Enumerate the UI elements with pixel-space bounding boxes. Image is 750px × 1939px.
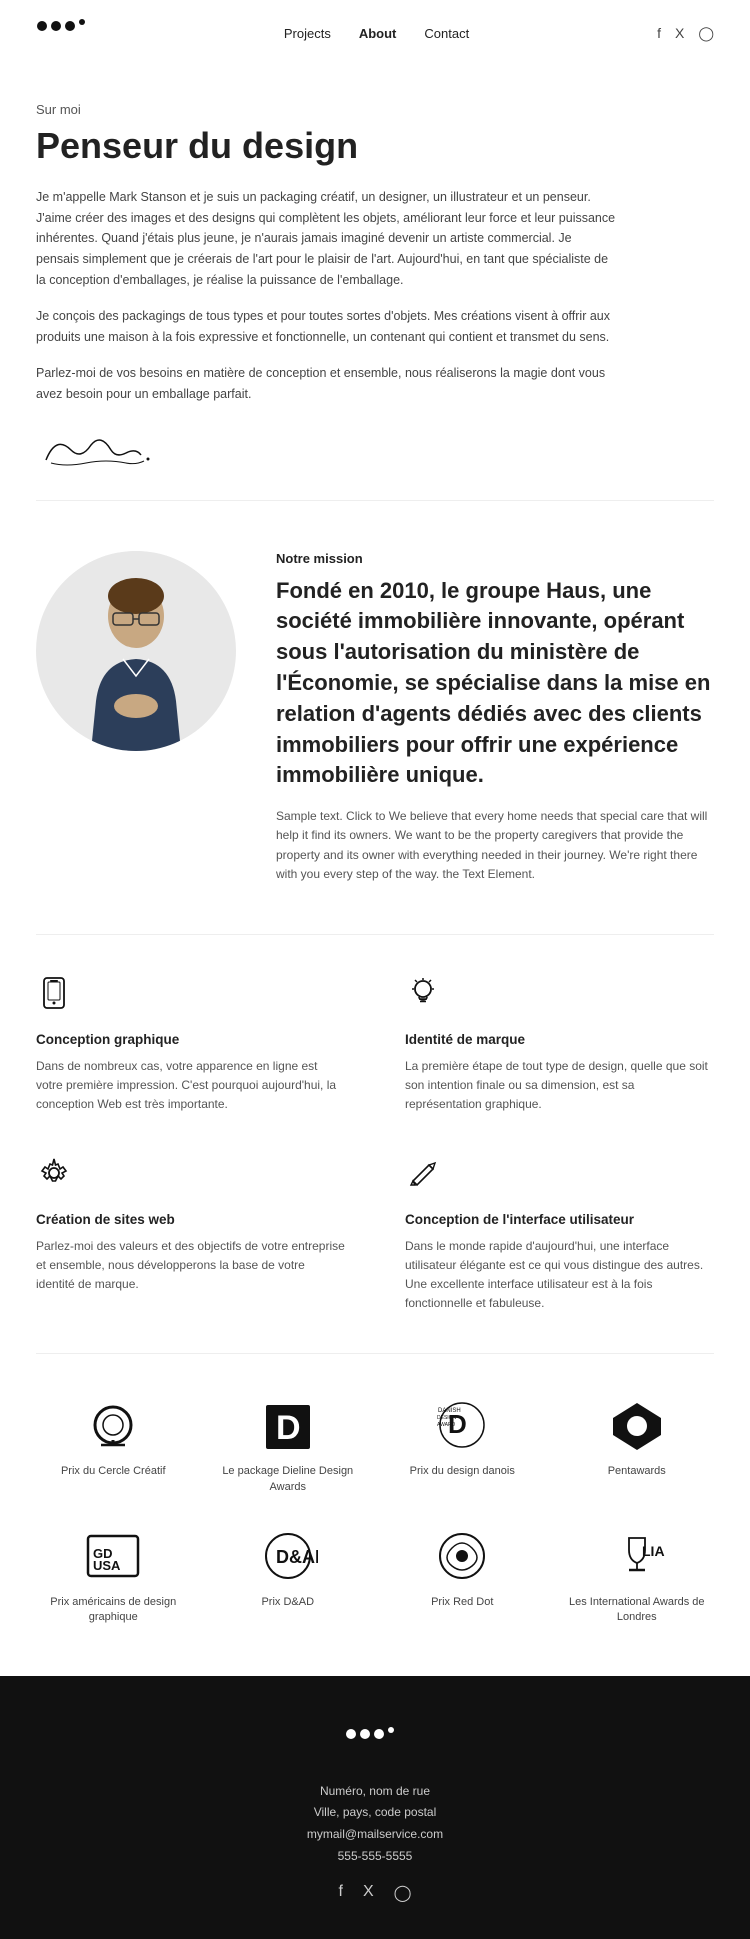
nav-about[interactable]: About <box>359 26 397 41</box>
navbar: Projects About Contact f X ◯ <box>0 0 750 66</box>
award-lia-label: Les International Awards de Londres <box>560 1595 715 1626</box>
service-brand-identity: Identité de marque La première étape de … <box>405 975 714 1115</box>
nav-projects[interactable]: Projects <box>284 26 331 41</box>
hero-paragraph-2: Je conçois des packagings de tous types … <box>36 306 616 347</box>
hero-paragraph-3: Parlez-moi de vos besoins en matière de … <box>36 363 616 404</box>
award-gdusa: GD USA Prix américains de design graphiq… <box>36 1525 191 1626</box>
footer-twitter-x-icon[interactable]: X <box>363 1883 374 1903</box>
award-cercle-creatif-label: Prix du Cercle Créatif <box>61 1464 166 1479</box>
instagram-icon[interactable]: ◯ <box>698 25 714 42</box>
service-web-creation-title: Création de sites web <box>36 1212 345 1227</box>
awards-section: Prix du Cercle Créatif D Le package Diel… <box>0 1354 750 1676</box>
svg-text:DANISH: DANISH <box>438 1408 461 1414</box>
svg-text:AWARD: AWARD <box>437 1422 456 1428</box>
hero-label: Sur moi <box>36 102 714 117</box>
svg-text:LIA: LIA <box>642 1543 665 1559</box>
award-pentawards-label: Pentawards <box>608 1464 666 1479</box>
twitter-x-icon[interactable]: X <box>675 25 684 41</box>
mission-text: Sample text. Click to We believe that ev… <box>276 807 714 884</box>
award-red-dot-label: Prix Red Dot <box>431 1595 493 1610</box>
nav-contact[interactable]: Contact <box>424 26 469 41</box>
gear-icon <box>36 1155 345 1198</box>
award-lia-logo: LIA <box>607 1525 667 1585</box>
hero-title: Penseur du design <box>36 125 714 167</box>
service-brand-identity-text: La première étape de tout type de design… <box>405 1057 714 1115</box>
service-ui-design-text: Dans le monde rapide d'aujourd'hui, une … <box>405 1237 714 1314</box>
award-red-dot: Prix Red Dot <box>385 1525 540 1626</box>
service-web-creation-text: Parlez-moi des valeurs et des objectifs … <box>36 1237 345 1295</box>
award-dieline-label: Le package Dieline Design Awards <box>211 1464 366 1495</box>
footer-address-line2: Ville, pays, code postal <box>307 1802 443 1824</box>
awards-row-1: Prix du Cercle Créatif D Le package Diel… <box>36 1394 714 1495</box>
award-lia: LIA Les International Awards de Londres <box>560 1525 715 1626</box>
award-red-dot-logo <box>432 1525 492 1585</box>
svg-text:D: D <box>276 1409 301 1447</box>
service-web-creation: Création de sites web Parlez-moi des val… <box>36 1155 345 1314</box>
mission-content: Notre mission Fondé en 2010, le groupe H… <box>276 551 714 884</box>
service-graphic-design: Conception graphique Dans de nombreux ca… <box>36 975 345 1115</box>
footer-facebook-icon[interactable]: f <box>338 1883 342 1903</box>
service-brand-identity-title: Identité de marque <box>405 1032 714 1047</box>
award-dad: D&AD Prix D&AD <box>211 1525 366 1626</box>
services-grid: Conception graphique Dans de nombreux ca… <box>36 975 714 1313</box>
award-dad-logo: D&AD <box>258 1525 318 1585</box>
mission-label: Notre mission <box>276 551 714 566</box>
svg-text:USA: USA <box>93 1558 121 1573</box>
bulb-icon <box>405 975 714 1018</box>
logo[interactable] <box>36 18 96 48</box>
services-section: Conception graphique Dans de nombreux ca… <box>0 935 750 1353</box>
mission-title: Fondé en 2010, le groupe Haus, une socié… <box>276 576 714 792</box>
footer-phone: 555-555-5555 <box>307 1846 443 1868</box>
award-dieline-logo: D <box>258 1394 318 1454</box>
award-dad-label: Prix D&AD <box>261 1595 314 1610</box>
award-gdusa-label: Prix américains de design graphique <box>36 1595 191 1626</box>
svg-text:DESIGN: DESIGN <box>437 1415 457 1421</box>
footer-social: f X ◯ <box>338 1883 411 1903</box>
nav-links: Projects About Contact <box>284 26 469 41</box>
awards-row-2: GD USA Prix américains de design graphiq… <box>36 1525 714 1626</box>
award-danish-design-logo: D DANISH DESIGN AWARD <box>432 1394 492 1454</box>
nav-social-icons: f X ◯ <box>657 25 714 42</box>
footer: Numéro, nom de rue Ville, pays, code pos… <box>0 1676 750 1939</box>
footer-email[interactable]: mymail@mailservice.com <box>307 1824 443 1846</box>
footer-logo[interactable] <box>345 1726 405 1761</box>
award-gdusa-logo: GD USA <box>83 1525 143 1585</box>
mission-photo <box>36 551 236 751</box>
hero-paragraph-1: Je m'appelle Mark Stanson et je suis un … <box>36 187 616 290</box>
pencil-icon <box>405 1155 714 1198</box>
footer-address: Numéro, nom de rue Ville, pays, code pos… <box>307 1781 443 1867</box>
award-cercle-creatif: Prix du Cercle Créatif <box>36 1394 191 1495</box>
service-ui-design: Conception de l'interface utilisateur Da… <box>405 1155 714 1314</box>
facebook-icon[interactable]: f <box>657 25 661 41</box>
service-graphic-design-text: Dans de nombreux cas, votre apparence en… <box>36 1057 345 1115</box>
footer-address-line1: Numéro, nom de rue <box>307 1781 443 1803</box>
award-danish-design-label: Prix du design danois <box>410 1464 515 1479</box>
hero-section: Sur moi Penseur du design Je m'appelle M… <box>0 66 750 500</box>
award-danish-design: D DANISH DESIGN AWARD Prix du design dan… <box>385 1394 540 1495</box>
service-graphic-design-title: Conception graphique <box>36 1032 345 1047</box>
signature <box>36 425 714 480</box>
award-pentawards-logo <box>607 1394 667 1454</box>
award-dieline: D Le package Dieline Design Awards <box>211 1394 366 1495</box>
mission-section: Notre mission Fondé en 2010, le groupe H… <box>0 501 750 934</box>
mobile-icon <box>36 975 345 1018</box>
footer-instagram-icon[interactable]: ◯ <box>394 1883 412 1903</box>
award-cercle-creatif-logo <box>83 1394 143 1454</box>
svg-text:D&AD: D&AD <box>276 1547 318 1567</box>
award-pentawards: Pentawards <box>560 1394 715 1495</box>
service-ui-design-title: Conception de l'interface utilisateur <box>405 1212 714 1227</box>
